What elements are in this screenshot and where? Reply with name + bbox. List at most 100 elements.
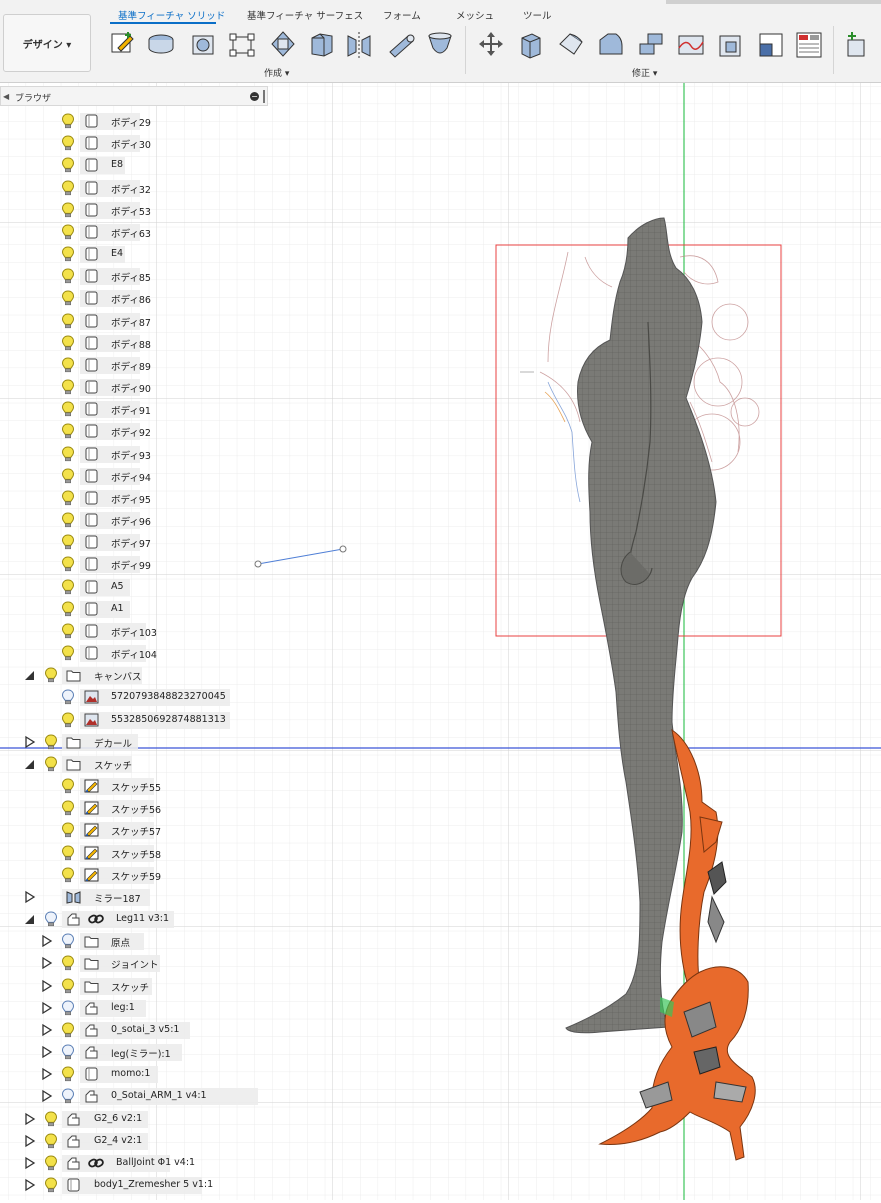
visibility-bulb-icon[interactable] bbox=[44, 667, 58, 683]
tree-row[interactable]: ボディ103 bbox=[0, 621, 270, 641]
tree-row[interactable]: ボディ89 bbox=[0, 355, 270, 375]
collapse-triangle-icon[interactable] bbox=[24, 668, 36, 682]
sweep-icon[interactable] bbox=[227, 28, 257, 60]
visibility-bulb-icon[interactable] bbox=[44, 911, 58, 927]
combine-icon[interactable] bbox=[756, 28, 786, 60]
collapse-panel-icon[interactable]: ◀ bbox=[3, 92, 9, 101]
tree-row[interactable]: ボディ93 bbox=[0, 444, 270, 464]
tree-row[interactable]: momo:1 bbox=[0, 1064, 270, 1084]
tree-row[interactable]: 0_sotai_3 v5:1 bbox=[0, 1020, 270, 1040]
revolve-icon[interactable] bbox=[188, 28, 218, 60]
tree-row[interactable]: Leg11 v3:1 bbox=[0, 909, 270, 929]
expand-triangle-icon[interactable] bbox=[41, 1045, 53, 1059]
tree-row[interactable]: ボディ95 bbox=[0, 488, 270, 508]
visibility-bulb-icon[interactable] bbox=[61, 1044, 75, 1060]
tree-row[interactable]: G2_4 v2:1 bbox=[0, 1131, 270, 1151]
expand-triangle-icon[interactable] bbox=[41, 934, 53, 948]
visibility-bulb-icon[interactable] bbox=[61, 955, 75, 971]
tab-tools[interactable]: ツール bbox=[523, 8, 552, 22]
pin-handle-icon[interactable] bbox=[263, 90, 265, 103]
visibility-bulb-icon[interactable] bbox=[44, 1111, 58, 1127]
visibility-bulb-icon[interactable] bbox=[44, 756, 58, 772]
visibility-bulb-icon[interactable] bbox=[61, 1000, 75, 1016]
tree-row[interactable]: スケッチ57 bbox=[0, 820, 270, 840]
visibility-bulb-icon[interactable] bbox=[61, 712, 75, 728]
tree-row[interactable]: body1_Zremesher 5 v1:1 bbox=[0, 1175, 270, 1195]
tree-row[interactable]: ジョイント bbox=[0, 953, 270, 973]
visibility-bulb-icon[interactable] bbox=[61, 534, 75, 550]
tree-row[interactable]: ボディ96 bbox=[0, 510, 270, 530]
tree-row[interactable]: ボディ88 bbox=[0, 333, 270, 353]
visibility-bulb-icon[interactable] bbox=[61, 800, 75, 816]
shell-icon[interactable] bbox=[636, 28, 666, 60]
visibility-bulb-icon[interactable] bbox=[61, 423, 75, 439]
visibility-bulb-icon[interactable] bbox=[44, 734, 58, 750]
new-component-icon[interactable] bbox=[842, 28, 872, 60]
press-pull-icon[interactable] bbox=[516, 28, 546, 60]
hole-icon[interactable] bbox=[425, 28, 455, 60]
tree-row[interactable]: スケッチ59 bbox=[0, 865, 270, 885]
pipe-icon[interactable] bbox=[386, 28, 416, 60]
visibility-bulb-icon[interactable] bbox=[61, 379, 75, 395]
tree-row[interactable]: ボディ53 bbox=[0, 200, 270, 220]
new-sketch-icon[interactable] bbox=[108, 28, 138, 60]
visibility-bulb-icon[interactable] bbox=[61, 468, 75, 484]
tab-mesh[interactable]: メッシュ bbox=[456, 8, 494, 22]
expand-triangle-icon[interactable] bbox=[24, 735, 36, 749]
tree-row[interactable]: E8 bbox=[0, 155, 270, 175]
tree-row[interactable]: ボディ91 bbox=[0, 399, 270, 419]
tree-row[interactable]: 原点 bbox=[0, 931, 270, 951]
physical-material-icon[interactable] bbox=[794, 28, 824, 60]
modify-menu[interactable]: 修正 ▾ bbox=[632, 66, 657, 79]
visibility-bulb-icon[interactable] bbox=[61, 601, 75, 617]
tree-row[interactable]: ボディ86 bbox=[0, 288, 270, 308]
tree-row[interactable]: ボディ90 bbox=[0, 377, 270, 397]
visibility-bulb-icon[interactable] bbox=[61, 179, 75, 196]
expand-triangle-icon[interactable] bbox=[24, 1134, 36, 1148]
expand-triangle-icon[interactable] bbox=[41, 1023, 53, 1037]
mirror-icon[interactable] bbox=[344, 28, 374, 60]
tree-row[interactable]: A5 bbox=[0, 577, 270, 597]
tree-row[interactable]: 5720793848823270045 bbox=[0, 687, 270, 707]
expand-triangle-icon[interactable] bbox=[41, 956, 53, 970]
tree-row[interactable]: 5532850692874881313 bbox=[0, 710, 270, 730]
design-workspace-button[interactable]: デザイン ▾ bbox=[3, 14, 91, 72]
visibility-bulb-icon[interactable] bbox=[61, 1066, 75, 1082]
visibility-bulb-icon[interactable] bbox=[61, 1088, 75, 1104]
tree-row[interactable]: ボディ104 bbox=[0, 643, 270, 663]
visibility-bulb-icon[interactable] bbox=[61, 556, 75, 572]
visibility-bulb-icon[interactable] bbox=[61, 623, 75, 639]
create-menu[interactable]: 作成 ▾ bbox=[264, 66, 289, 79]
tree-row[interactable]: A1 bbox=[0, 599, 270, 619]
tree-row[interactable]: ボディ85 bbox=[0, 266, 270, 286]
draft-icon[interactable] bbox=[676, 28, 706, 60]
tree-row[interactable]: 0_Sotai_ARM_1 v4:1 bbox=[0, 1086, 270, 1106]
visibility-bulb-icon[interactable] bbox=[61, 268, 75, 284]
tab-form[interactable]: フォーム bbox=[383, 8, 421, 22]
tree-row[interactable]: E4 bbox=[0, 244, 270, 264]
loft-icon[interactable] bbox=[268, 28, 298, 60]
tree-row[interactable]: ボディ97 bbox=[0, 532, 270, 552]
visibility-bulb-icon[interactable] bbox=[61, 512, 75, 528]
scale-icon[interactable] bbox=[716, 28, 746, 60]
visibility-bulb-icon[interactable] bbox=[61, 290, 75, 306]
visibility-bulb-icon[interactable] bbox=[61, 867, 75, 883]
expand-triangle-icon[interactable] bbox=[24, 1178, 36, 1192]
expand-triangle-icon[interactable] bbox=[41, 979, 53, 993]
fillet-icon[interactable] bbox=[556, 28, 586, 60]
expand-triangle-icon[interactable] bbox=[24, 1112, 36, 1126]
visibility-bulb-icon[interactable] bbox=[61, 446, 75, 462]
collapse-triangle-icon[interactable] bbox=[24, 912, 36, 926]
move-icon[interactable] bbox=[476, 28, 506, 60]
chamfer-icon[interactable] bbox=[596, 28, 626, 60]
visibility-bulb-icon[interactable] bbox=[61, 335, 75, 351]
tree-row[interactable]: スケッチ58 bbox=[0, 843, 270, 863]
visibility-bulb-icon[interactable] bbox=[44, 1155, 58, 1171]
minimize-icon[interactable]: − bbox=[250, 92, 259, 101]
tree-row[interactable]: スケッチ bbox=[0, 976, 270, 996]
expand-triangle-icon[interactable] bbox=[41, 1067, 53, 1081]
tree-row[interactable]: ボディ94 bbox=[0, 466, 270, 486]
tree-row[interactable]: ボディ99 bbox=[0, 554, 270, 574]
box-icon[interactable] bbox=[306, 28, 336, 60]
tree-row[interactable]: BallJoint Φ1 v4:1 bbox=[0, 1153, 270, 1173]
